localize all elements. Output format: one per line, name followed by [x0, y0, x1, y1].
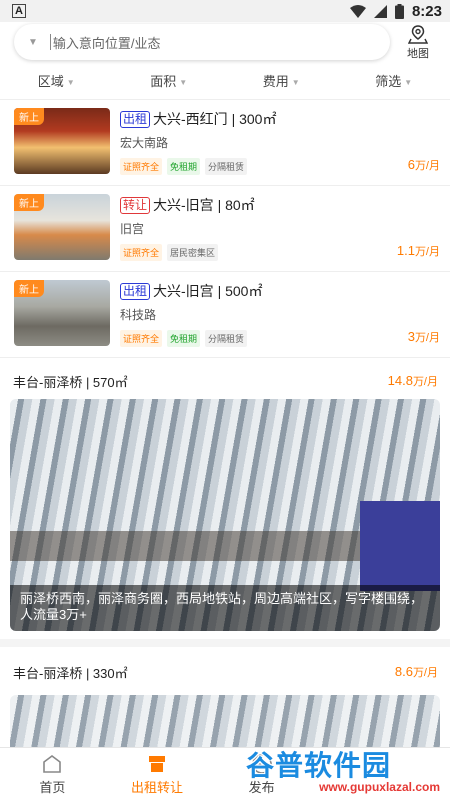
triangle-down-icon: ▼ [404, 78, 413, 88]
tab-label: 出租转让 [130, 779, 183, 795]
tag-license: 证照齐全 [120, 330, 163, 347]
filter-size[interactable]: 面积 ▼ [113, 71, 226, 90]
triangle-down-icon: ▼ [66, 78, 75, 88]
search-bar: ▼ 输入意向位置/业态 地图 [0, 22, 450, 62]
filter-label: 面积 [150, 74, 177, 89]
listing-title: 大兴-旧宫 | 500㎡ [153, 283, 263, 299]
clock: 8:23 [411, 2, 442, 20]
search-placeholder: 输入意向位置/业态 [52, 35, 161, 51]
filter-label: 费用 [262, 74, 289, 89]
tab-placeholder [314, 748, 450, 800]
home-icon [43, 754, 62, 773]
map-button[interactable]: 地图 [396, 24, 440, 61]
tab-rent-transfer[interactable]: 出租转让 [105, 748, 210, 800]
tag-license: 证照齐全 [120, 158, 163, 175]
filter-bar: 区域 ▼ 面积 ▼ 费用 ▼ 筛选 ▼ [0, 62, 450, 100]
listing-title: 大兴-西红门 | 300㎡ [153, 111, 277, 127]
featured-photo: 丽泽桥西南，丽泽商务圈，西局地铁站，周边高端社区，写字楼围绕，人流量3万+ [10, 399, 440, 631]
featured-price: 14.8万/月 [387, 373, 438, 388]
listing-address: 科技路 [120, 308, 157, 322]
listing-title: 大兴-旧宫 | 80㎡ [153, 197, 255, 213]
listing-price: 6万/月 [407, 157, 440, 172]
battery-icon [394, 3, 404, 19]
transfer-badge: 转让 [120, 196, 151, 214]
tab-publish[interactable]: 发布 [209, 748, 314, 800]
listing-photo: 新上 [14, 194, 110, 260]
dropdown-icon[interactable]: ▼ [28, 37, 38, 48]
search-input[interactable]: ▼ 输入意向位置/业态 [14, 24, 390, 60]
listing-address: 旧宫 [120, 222, 145, 236]
featured-title: 丰台-丽泽桥 | 570㎡ [13, 374, 128, 390]
tag-split-lease: 分隔租赁 [205, 330, 248, 347]
tab-home[interactable]: 首页 [0, 748, 105, 800]
shop-icon [148, 755, 165, 772]
listing-price: 1.1万/月 [396, 243, 440, 258]
list-item[interactable]: 新上 出租 大兴-西红门 | 300㎡ 宏大南路 证照齐全 免租期 分隔租赁 6万… [0, 100, 450, 186]
triangle-down-icon: ▼ [179, 78, 188, 88]
map-pin-icon [408, 24, 428, 44]
filter-area-region[interactable]: 区域 ▼ [0, 71, 113, 90]
list-item[interactable]: 新上 转让 大兴-旧宫 | 80㎡ 旧宫 证照齐全 居民密集区 1.1万/月 [0, 186, 450, 272]
new-badge: 新上 [14, 194, 44, 211]
filter-label: 区域 [37, 74, 64, 89]
bottom-tab-bar: 首页 出租转让 发布 [0, 747, 450, 800]
featured-title: 丰台-丽泽桥 | 330㎡ [13, 665, 128, 681]
filter-label: 筛选 [375, 74, 402, 89]
signal-icon [373, 4, 387, 18]
rent-badge: 出租 [120, 282, 151, 300]
triangle-down-icon: ▼ [291, 78, 300, 88]
text-cursor [49, 34, 51, 50]
storefront-sign [360, 501, 440, 591]
featured-price: 8.6万/月 [394, 664, 438, 679]
listing-photo: 新上 [14, 280, 110, 346]
filter-more[interactable]: 筛选 ▼ [338, 71, 450, 90]
tag-dense-residential: 居民密集区 [167, 244, 219, 261]
tag-license: 证照齐全 [120, 244, 163, 261]
listing-photo: 新上 [14, 108, 110, 174]
notification-icon: A [12, 4, 26, 18]
listing-address: 宏大南路 [120, 136, 169, 150]
tab-label: 发布 [248, 779, 275, 795]
map-label: 地图 [407, 47, 429, 60]
wifi-icon [349, 4, 366, 18]
list-item[interactable]: 新上 出租 大兴-旧宫 | 500㎡ 科技路 证照齐全 免租期 分隔租赁 3万/月 [0, 272, 450, 358]
tag-rent-free: 免租期 [167, 330, 201, 347]
new-badge: 新上 [14, 108, 44, 125]
tag-split-lease: 分隔租赁 [205, 158, 248, 175]
rent-badge: 出租 [120, 110, 151, 128]
featured-listing[interactable]: 丰台-丽泽桥 | 570㎡ 14.8万/月 丽泽桥西南，丽泽商务圈，西局地铁站，… [0, 358, 450, 647]
tag-rent-free: 免租期 [167, 158, 201, 175]
featured-description: 丽泽桥西南，丽泽商务圈，西局地铁站，周边高端社区，写字楼围绕，人流量3万+ [10, 585, 440, 631]
status-bar: A 8:23 [0, 0, 450, 22]
filter-cost[interactable]: 费用 ▼ [225, 71, 338, 90]
add-icon [251, 753, 272, 774]
listing-price: 3万/月 [407, 329, 440, 344]
new-badge: 新上 [14, 280, 44, 297]
tab-label: 首页 [39, 779, 66, 795]
